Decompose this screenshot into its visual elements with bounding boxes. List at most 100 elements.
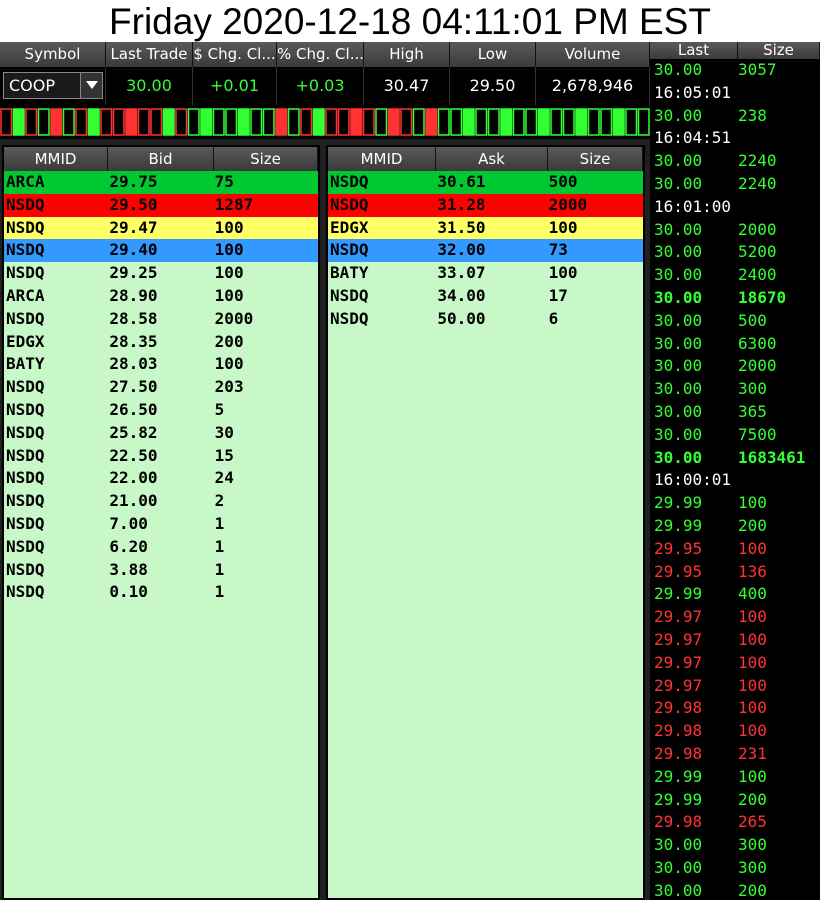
- tas-trade-row: 30.00 300: [650, 857, 820, 880]
- header-low[interactable]: Low: [450, 42, 536, 67]
- tick-mark: [250, 108, 263, 136]
- book-row[interactable]: BATY 28.03 100: [4, 353, 318, 376]
- last-trade-value: 30.00: [106, 67, 193, 105]
- header-symbol[interactable]: Symbol: [0, 42, 106, 67]
- ask-header-size[interactable]: Size: [548, 147, 643, 171]
- tas-size: 100: [738, 607, 767, 627]
- book-row[interactable]: NSDQ 26.50 5: [4, 399, 318, 422]
- book-row[interactable]: EDGX 31.50 100: [328, 216, 643, 240]
- book-row[interactable]: NSDQ 27.50 203: [4, 376, 318, 399]
- book-cell-price: 31.28: [437, 194, 486, 214]
- header-dollar-change[interactable]: $ Chg. Cl...: [193, 42, 277, 67]
- tas-timestamp: 16:04:51: [654, 128, 732, 148]
- tas-trade-row: 30.00 5200: [650, 241, 820, 264]
- book-row[interactable]: ARCA 29.75 75: [4, 171, 318, 194]
- book-cell-size: 500: [548, 172, 578, 191]
- book-row[interactable]: NSDQ 22.00 24: [4, 467, 318, 490]
- tick-mark: [100, 108, 113, 136]
- bid-header-mmid[interactable]: MMID: [4, 147, 108, 171]
- tas-trade-row: 29.97 100: [650, 652, 820, 675]
- tas-trade-row: 30.00 2000: [650, 219, 820, 242]
- book-row[interactable]: NSDQ 22.50 15: [4, 445, 318, 468]
- book-row[interactable]: NSDQ 3.88 1: [4, 559, 318, 582]
- book-row[interactable]: ARCA 28.90 100: [4, 285, 318, 308]
- tas-header-last[interactable]: Last: [650, 42, 738, 59]
- tick-mark: [262, 108, 275, 136]
- header-pct-change[interactable]: % Chg. Cl...: [277, 42, 364, 67]
- book-cell-mmid: NSDQ: [6, 399, 45, 419]
- tas-trade-row: 29.97 100: [650, 675, 820, 698]
- tick-mark: [587, 108, 600, 136]
- ask-header-price[interactable]: Ask: [436, 147, 548, 171]
- tas-price: 29.99: [654, 515, 703, 535]
- book-row[interactable]: NSDQ 28.58 2000: [4, 308, 318, 331]
- tas-price: 29.97: [654, 629, 703, 649]
- book-cell-price: 29.75: [109, 172, 158, 191]
- tick-mark: [75, 108, 88, 136]
- header-volume[interactable]: Volume: [536, 42, 650, 67]
- tas-price: 29.97: [654, 607, 703, 627]
- book-row[interactable]: NSDQ 29.25 100: [4, 262, 318, 285]
- book-row[interactable]: EDGX 28.35 200: [4, 331, 318, 354]
- book-row[interactable]: NSDQ 29.40 100: [4, 239, 318, 263]
- tick-mark: [612, 108, 625, 136]
- book-cell-size: 5: [214, 399, 225, 419]
- tas-timestamp: 16:05:01: [654, 82, 732, 102]
- bid-header-price[interactable]: Bid: [108, 147, 214, 171]
- book-cell-mmid: NSDQ: [6, 422, 45, 442]
- tick-mark: [162, 108, 175, 136]
- book-row[interactable]: NSDQ 29.47 100: [4, 216, 318, 240]
- symbol-select[interactable]: COOP: [3, 72, 103, 99]
- tas-size: 300: [738, 835, 767, 855]
- low-value: 29.50: [450, 67, 536, 105]
- tas-trade-row: 30.00 6300: [650, 333, 820, 356]
- tick-mark: [0, 108, 13, 136]
- dropdown-arrow-icon[interactable]: [80, 73, 102, 98]
- book-row[interactable]: BATY 33.07 100: [328, 262, 643, 285]
- tick-mark: [125, 108, 138, 136]
- tas-size: 2400: [738, 265, 777, 285]
- bid-header-size[interactable]: Size: [214, 147, 318, 171]
- header-high[interactable]: High: [364, 42, 450, 67]
- tas-size: 100: [738, 493, 767, 513]
- tick-mark: [437, 108, 450, 136]
- book-row[interactable]: NSDQ 32.00 73: [328, 239, 643, 263]
- book-cell-mmid: NSDQ: [330, 240, 369, 260]
- tas-price: 29.98: [654, 812, 703, 832]
- book-row[interactable]: NSDQ 7.00 1: [4, 513, 318, 536]
- book-row[interactable]: NSDQ 34.00 17: [328, 285, 643, 308]
- tick-mark: [512, 108, 525, 136]
- tas-trade-row: 29.98 265: [650, 811, 820, 834]
- header-last-trade[interactable]: Last Trade: [106, 42, 193, 67]
- book-cell-mmid: NSDQ: [330, 285, 369, 305]
- book-row[interactable]: NSDQ 31.28 2000: [328, 193, 643, 217]
- book-row[interactable]: NSDQ 21.00 2: [4, 490, 318, 513]
- book-cell-price: 29.47: [109, 217, 158, 237]
- dollar-change-value: +0.01: [193, 67, 277, 105]
- tick-mark: [412, 108, 425, 136]
- tas-size: 2000: [738, 356, 777, 376]
- tas-price: 30.00: [654, 242, 703, 262]
- tick-mark: [487, 108, 500, 136]
- tick-mark: [525, 108, 538, 136]
- book-row[interactable]: NSDQ 25.82 30: [4, 422, 318, 445]
- tas-price: 30.00: [654, 219, 703, 239]
- book-row[interactable]: NSDQ 6.20 1: [4, 536, 318, 559]
- book-row[interactable]: NSDQ 29.50 1287: [4, 193, 318, 217]
- ask-header-mmid[interactable]: MMID: [328, 147, 436, 171]
- tas-trade-row: 29.98 100: [650, 720, 820, 743]
- book-row[interactable]: NSDQ 0.10 1: [4, 581, 318, 604]
- tick-mark: [37, 108, 50, 136]
- book-cell-size: 100: [214, 240, 244, 260]
- book-cell-size: 6: [548, 308, 559, 328]
- book-row[interactable]: NSDQ 30.61 500: [328, 171, 643, 194]
- tas-header-size[interactable]: Size: [738, 42, 820, 59]
- tas-size: 6300: [738, 333, 777, 353]
- high-value: 30.47: [364, 67, 450, 105]
- tas-size: 500: [738, 310, 767, 330]
- book-row[interactable]: NSDQ 50.00 6: [328, 308, 643, 331]
- tas-size: 7500: [738, 424, 777, 444]
- tas-price: 29.99: [654, 766, 703, 786]
- book-cell-size: 24: [214, 468, 234, 488]
- book-cell-size: 1: [214, 582, 225, 602]
